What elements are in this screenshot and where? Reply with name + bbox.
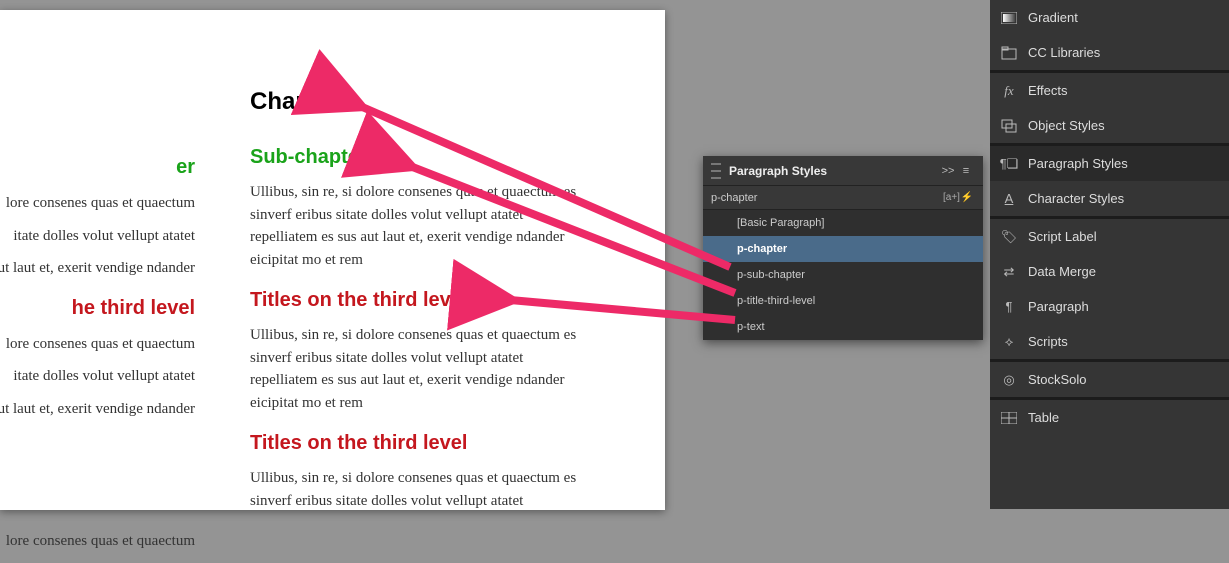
- dock-label: Scripts: [1028, 334, 1219, 349]
- body-text: ut laut et, exerit vendige ndander: [0, 398, 195, 421]
- style-item-p-title-third-level[interactable]: p-title-third-level: [703, 288, 983, 314]
- object-styles-icon: [1000, 118, 1018, 134]
- body-text[interactable]: Ullibus, sin re, si dolore consenes quas…: [250, 467, 590, 512]
- body-text: lore consenes quas et quaectum: [0, 192, 195, 215]
- chapter-heading[interactable]: Chapter: [250, 88, 590, 116]
- dock-object-styles[interactable]: Object Styles: [990, 108, 1229, 143]
- body-text: itate dolles volut vellupt atatet: [0, 365, 195, 388]
- dock-script-label[interactable]: 🏷 Script Label: [990, 219, 1229, 254]
- dock-label: Gradient: [1028, 10, 1219, 25]
- third-level-heading[interactable]: Titles on the third level: [250, 432, 590, 455]
- dock-label: Script Label: [1028, 229, 1219, 244]
- style-item-basic-paragraph[interactable]: [Basic Paragraph]: [703, 210, 983, 236]
- third-level-fragment: he third level: [0, 297, 195, 320]
- dock-label: Effects: [1028, 83, 1219, 98]
- style-item-p-chapter[interactable]: p-chapter: [703, 236, 983, 262]
- libraries-icon: [1000, 45, 1018, 61]
- panel-grip-icon[interactable]: [711, 163, 721, 179]
- panel-header[interactable]: Paragraph Styles >> ≡: [703, 156, 983, 186]
- dock-label: Character Styles: [1028, 191, 1219, 206]
- quick-apply-icon[interactable]: ⚡: [959, 192, 975, 203]
- paragraph-icon: ¶: [1000, 299, 1018, 315]
- character-styles-icon: A: [1000, 191, 1018, 207]
- page-left-column: er lore consenes quas et quaectum itate …: [0, 156, 195, 563]
- dock-label: Data Merge: [1028, 264, 1219, 279]
- current-style-label: p-chapter: [711, 192, 943, 204]
- paragraph-styles-icon: ¶❏: [1000, 156, 1018, 172]
- panel-title: Paragraph Styles: [729, 164, 939, 178]
- style-item-p-sub-chapter[interactable]: p-sub-chapter: [703, 262, 983, 288]
- dock-gradient[interactable]: Gradient: [990, 0, 1229, 35]
- dock-paragraph-styles[interactable]: ¶❏ Paragraph Styles: [990, 146, 1229, 181]
- third-level-heading[interactable]: Titles on the third level: [250, 289, 590, 312]
- dock-label: CC Libraries: [1028, 45, 1219, 60]
- dock-data-merge[interactable]: ⇄ Data Merge: [990, 254, 1229, 289]
- stocksolo-icon: ◎: [1000, 372, 1018, 388]
- dock-table[interactable]: Table: [990, 400, 1229, 435]
- fx-icon: fx: [1000, 83, 1018, 99]
- styles-list: [Basic Paragraph] p-chapter p-sub-chapte…: [703, 210, 983, 340]
- expand-icon[interactable]: >>: [939, 165, 957, 177]
- dock-label: Object Styles: [1028, 118, 1219, 133]
- sub-chapter-heading[interactable]: Sub-chapter: [250, 146, 590, 169]
- dock-label: Paragraph Styles: [1028, 156, 1219, 171]
- dock-stocksolo[interactable]: ◎ StockSolo: [990, 362, 1229, 397]
- scripts-icon: ⟡: [1000, 334, 1018, 350]
- table-icon: [1000, 410, 1018, 426]
- document-page: er lore consenes quas et quaectum itate …: [0, 10, 665, 510]
- body-text[interactable]: Ullibus, sin re, si dolore consenes quas…: [250, 181, 590, 271]
- sub-chapter-fragment: er: [0, 156, 195, 179]
- body-text: lore consenes quas et quaectum: [0, 333, 195, 356]
- body-text: itate dolles volut vellupt atatet: [0, 225, 195, 248]
- body-text: ut laut et, exerit vendige ndander: [0, 257, 195, 280]
- dock-label: Table: [1028, 410, 1219, 425]
- gradient-icon: [1000, 10, 1018, 26]
- page-right-column: Chapter Sub-chapter Ullibus, sin re, si …: [250, 88, 590, 522]
- paragraph-styles-panel[interactable]: Paragraph Styles >> ≡ p-chapter [a+] ⚡ […: [703, 156, 983, 340]
- dock-scripts[interactable]: ⟡ Scripts: [990, 324, 1229, 359]
- dock-label: Paragraph: [1028, 299, 1219, 314]
- dock-character-styles[interactable]: A Character Styles: [990, 181, 1229, 216]
- body-text: lore consenes quas et quaectum: [0, 530, 195, 553]
- panel-menu-icon[interactable]: ≡: [957, 165, 975, 177]
- panel-subheader: p-chapter [a+] ⚡: [703, 186, 983, 210]
- body-text[interactable]: Ullibus, sin re, si dolore consenes quas…: [250, 324, 590, 414]
- style-item-p-text[interactable]: p-text: [703, 314, 983, 340]
- script-label-icon: 🏷: [1000, 229, 1018, 245]
- dock-effects[interactable]: fx Effects: [990, 73, 1229, 108]
- dock-paragraph[interactable]: ¶ Paragraph: [990, 289, 1229, 324]
- dock-cc-libraries[interactable]: CC Libraries: [990, 35, 1229, 70]
- data-merge-icon: ⇄: [1000, 264, 1018, 280]
- new-style-icon[interactable]: [a+]: [943, 192, 959, 203]
- right-panel-dock: Gradient CC Libraries fx Effects Object …: [990, 0, 1229, 509]
- dock-label: StockSolo: [1028, 372, 1219, 387]
